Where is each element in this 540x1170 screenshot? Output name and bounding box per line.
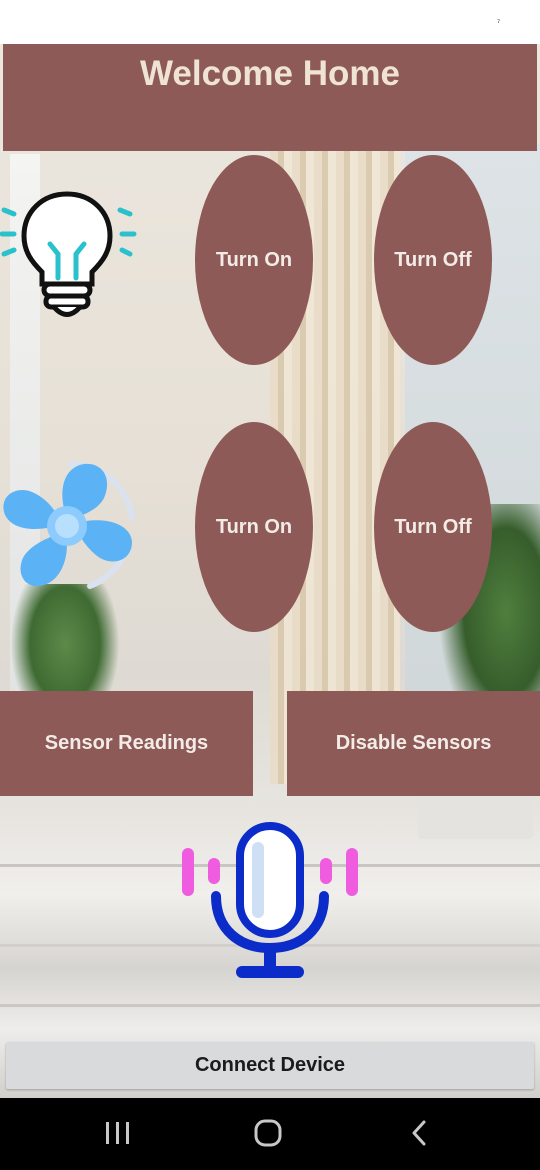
- status-bar: ⁷: [0, 0, 540, 44]
- fan-icon: [3, 460, 135, 589]
- recents-icon[interactable]: [98, 1118, 138, 1148]
- microphone-icon[interactable]: [176, 820, 364, 985]
- fan-on-button[interactable]: Turn On: [195, 422, 313, 632]
- fan-off-button[interactable]: Turn Off: [374, 422, 492, 632]
- sensor-readings-button[interactable]: Sensor Readings: [0, 691, 253, 796]
- navigation-bar: [0, 1098, 540, 1170]
- connect-device-button[interactable]: Connect Device: [6, 1042, 534, 1089]
- lightbulb-icon: [0, 191, 137, 317]
- back-icon[interactable]: [400, 1118, 440, 1148]
- disable-sensors-button[interactable]: Disable Sensors: [287, 691, 540, 796]
- page-title: Welcome Home: [140, 54, 400, 93]
- status-indicator: ⁷: [497, 17, 501, 27]
- light-off-button[interactable]: Turn Off: [374, 155, 492, 365]
- light-on-button[interactable]: Turn On: [195, 155, 313, 365]
- home-icon[interactable]: [248, 1118, 288, 1148]
